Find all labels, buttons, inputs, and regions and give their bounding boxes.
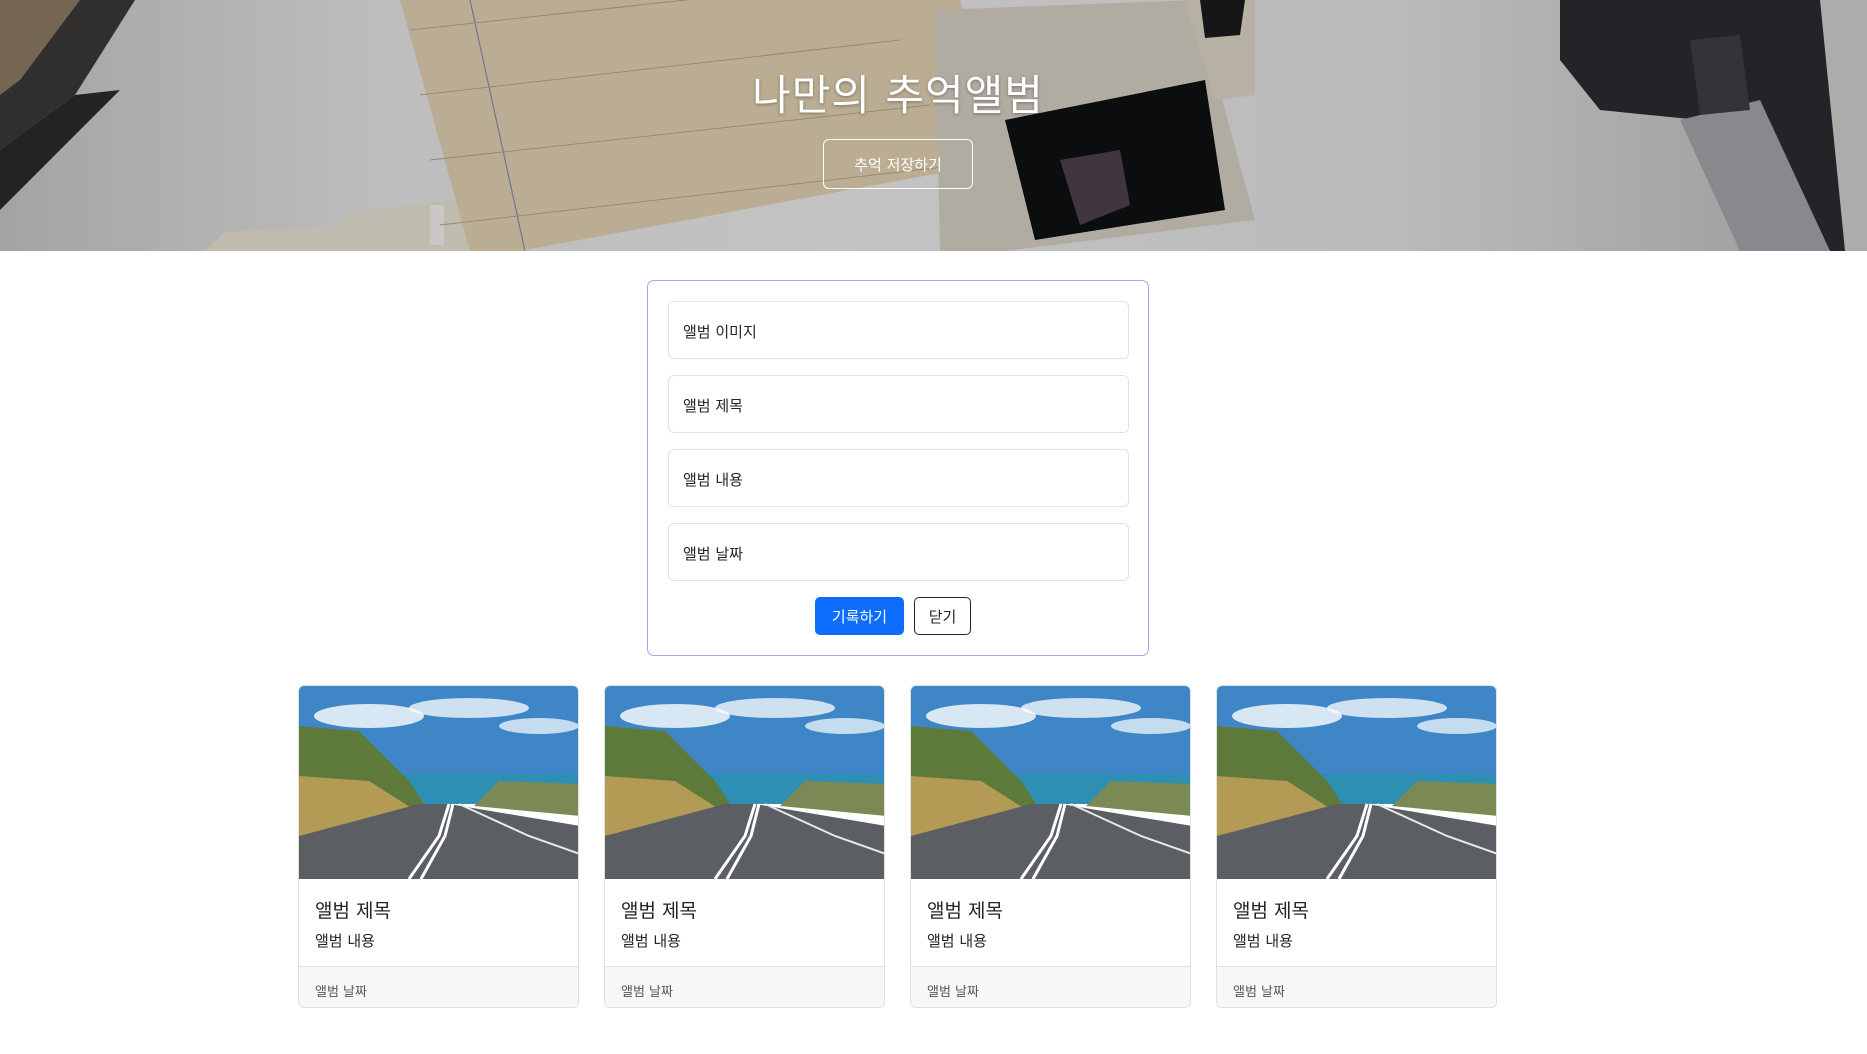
hero-banner: 나만의 추억앨범 추억 저장하기: [0, 0, 1867, 251]
album-date-field[interactable]: 앨범 날짜: [668, 523, 1129, 581]
album-card[interactable]: 앨범 제목 앨범 내용 앨범 날짜: [1216, 685, 1497, 1008]
album-content-label: 앨범 내용: [683, 471, 743, 489]
album-card-text: 앨범 내용: [1233, 932, 1293, 950]
album-card-image: [299, 686, 578, 879]
album-card-image: [911, 686, 1190, 879]
album-card-footer: 앨범 날짜: [1217, 966, 1496, 1007]
album-card[interactable]: 앨범 제목 앨범 내용 앨범 날짜: [298, 685, 579, 1008]
album-card-text: 앨범 내용: [927, 932, 987, 950]
album-card-text: 앨범 내용: [315, 932, 375, 950]
album-card-footer: 앨범 날짜: [605, 966, 884, 1007]
album-card-footer: 앨범 날짜: [299, 966, 578, 1007]
album-card-date: 앨범 날짜: [621, 985, 673, 1000]
album-card-title: 앨범 제목: [1233, 900, 1309, 922]
album-card-date: 앨범 날짜: [927, 985, 979, 1000]
album-form: 앨범 이미지 앨범 제목 앨범 내용 앨범 날짜 기록하기 닫기: [647, 280, 1149, 656]
album-card-date: 앨범 날짜: [315, 985, 367, 1000]
album-card-text: 앨범 내용: [621, 932, 681, 950]
close-form-button[interactable]: 닫기: [914, 597, 971, 635]
album-image-label: 앨범 이미지: [683, 323, 757, 341]
album-card-image: [1217, 686, 1496, 879]
album-card-image: [605, 686, 884, 879]
album-card-title: 앨범 제목: [927, 900, 1003, 922]
submit-record-button[interactable]: 기록하기: [815, 597, 904, 635]
page-title: 나만의 추억앨범: [752, 71, 1044, 120]
album-content-field[interactable]: 앨범 내용: [668, 449, 1129, 507]
album-title-field[interactable]: 앨범 제목: [668, 375, 1129, 433]
album-card-list: 앨범 제목 앨범 내용 앨범 날짜 앨범 제목 앨범 내용 앨범 날짜 앨범 제…: [298, 685, 1499, 1008]
album-card-title: 앨범 제목: [621, 900, 697, 922]
album-card-date: 앨범 날짜: [1233, 985, 1285, 1000]
hero-overlay: [0, 0, 1867, 251]
album-card-title: 앨범 제목: [315, 900, 391, 922]
album-card[interactable]: 앨범 제목 앨범 내용 앨범 날짜: [604, 685, 885, 1008]
album-card[interactable]: 앨범 제목 앨범 내용 앨범 날짜: [910, 685, 1191, 1008]
album-title-label: 앨범 제목: [683, 397, 743, 415]
album-date-label: 앨범 날짜: [683, 545, 743, 563]
album-image-field[interactable]: 앨범 이미지: [668, 301, 1129, 359]
album-card-footer: 앨범 날짜: [911, 966, 1190, 1007]
save-memory-button[interactable]: 추억 저장하기: [823, 139, 973, 189]
